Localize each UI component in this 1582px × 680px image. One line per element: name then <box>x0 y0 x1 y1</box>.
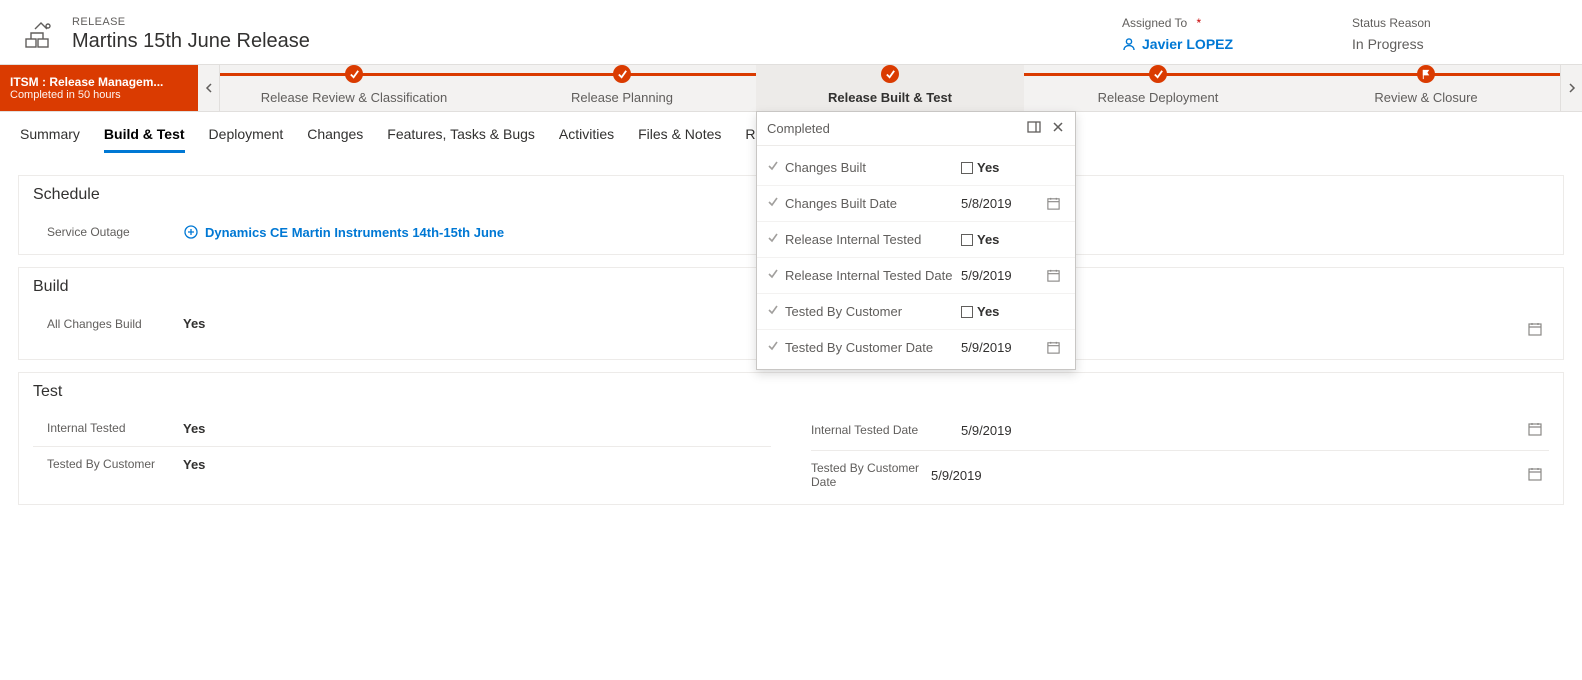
assigned-to-value[interactable]: Javier LOPEZ <box>1122 36 1292 52</box>
calendar-icon[interactable] <box>1527 321 1549 340</box>
process-stage[interactable]: Release Built & Test <box>756 65 1024 111</box>
process-name[interactable]: ITSM : Release Managem... Completed in 5… <box>0 65 198 111</box>
close-icon[interactable] <box>1051 120 1065 137</box>
flag-icon <box>1417 65 1435 83</box>
flyout-field[interactable]: Tested By CustomerYes <box>757 294 1075 330</box>
section-test: Test Internal Tested Yes Tested By Custo… <box>18 372 1564 505</box>
flyout-field[interactable]: Release Internal Tested Date5/9/2019 <box>757 258 1075 294</box>
check-icon <box>345 65 363 83</box>
field-service-outage[interactable]: Service Outage Dynamics CE Martin Instru… <box>33 214 771 250</box>
field-tested-by-customer[interactable]: Tested By Customer Yes <box>33 447 771 482</box>
field-tested-by-customer-date[interactable]: Tested By Customer Date 5/9/2019 <box>811 451 1549 500</box>
tab-files-notes[interactable]: Files & Notes <box>638 126 721 153</box>
dock-icon[interactable] <box>1027 120 1041 137</box>
calendar-icon[interactable] <box>1041 196 1065 211</box>
process-bar: ITSM : Release Managem... Completed in 5… <box>0 64 1582 112</box>
record-type-label: RELEASE <box>72 16 310 28</box>
calendar-icon[interactable] <box>1527 466 1549 485</box>
tab-activities[interactable]: Activities <box>559 126 614 153</box>
checkmark-icon <box>767 304 785 319</box>
flyout-field[interactable]: Changes Built Date5/8/2019 <box>757 186 1075 222</box>
checkmark-icon <box>767 232 785 247</box>
field-internal-tested[interactable]: Internal Tested Yes <box>33 411 771 447</box>
process-stage[interactable]: Release Review & Classification <box>220 65 488 111</box>
process-prev-arrow[interactable] <box>198 65 220 111</box>
checkmark-icon <box>767 340 785 355</box>
record-header: RELEASE Martins 15th June Release Assign… <box>0 0 1582 64</box>
section-test-title: Test <box>33 383 1549 401</box>
field-internal-tested-date[interactable]: Internal Tested Date 5/9/2019 <box>811 411 1549 451</box>
checkmark-icon <box>767 196 785 211</box>
release-icon <box>20 16 60 56</box>
lock-icon <box>961 306 973 318</box>
assigned-to-label: Assigned To <box>1122 16 1187 30</box>
calendar-icon[interactable] <box>1527 421 1549 440</box>
checkmark-icon <box>767 268 785 283</box>
calendar-icon[interactable] <box>1041 268 1065 283</box>
check-icon <box>881 65 899 83</box>
process-stage[interactable]: Release Deployment <box>1024 65 1292 111</box>
record-title: Martins 15th June Release <box>72 30 310 53</box>
required-indicator: * <box>1197 16 1202 30</box>
status-reason-value[interactable]: In Progress <box>1352 36 1522 52</box>
flyout-title: Completed <box>767 121 830 136</box>
lock-icon <box>961 234 973 246</box>
tab-summary[interactable]: Summary <box>20 126 80 153</box>
flyout-field[interactable]: Changes BuiltYes <box>757 150 1075 186</box>
flyout-field[interactable]: Release Internal TestedYes <box>757 222 1075 258</box>
record-link-icon <box>183 224 199 240</box>
check-icon <box>1149 65 1167 83</box>
status-reason-label: Status Reason <box>1352 16 1522 30</box>
lock-icon <box>961 162 973 174</box>
tab-changes[interactable]: Changes <box>307 126 363 153</box>
field-all-changes-build[interactable]: All Changes Build Yes <box>33 306 771 341</box>
flyout-field[interactable]: Tested By Customer Date5/9/2019 <box>757 330 1075 365</box>
header-fields: Assigned To * Javier LOPEZ Status Reason… <box>1122 16 1522 52</box>
tab-features-tasks-bugs[interactable]: Features, Tasks & Bugs <box>387 126 535 153</box>
process-stage[interactable]: Release Planning <box>488 65 756 111</box>
calendar-icon[interactable] <box>1041 340 1065 355</box>
stage-flyout: Completed Changes BuiltYesChanges Built … <box>756 111 1076 370</box>
tab-build-test[interactable]: Build & Test <box>104 126 185 153</box>
check-icon <box>613 65 631 83</box>
tab-deployment[interactable]: Deployment <box>209 126 284 153</box>
checkmark-icon <box>767 160 785 175</box>
process-next-arrow[interactable] <box>1560 65 1582 111</box>
process-stage[interactable]: Review & Closure <box>1292 65 1560 111</box>
